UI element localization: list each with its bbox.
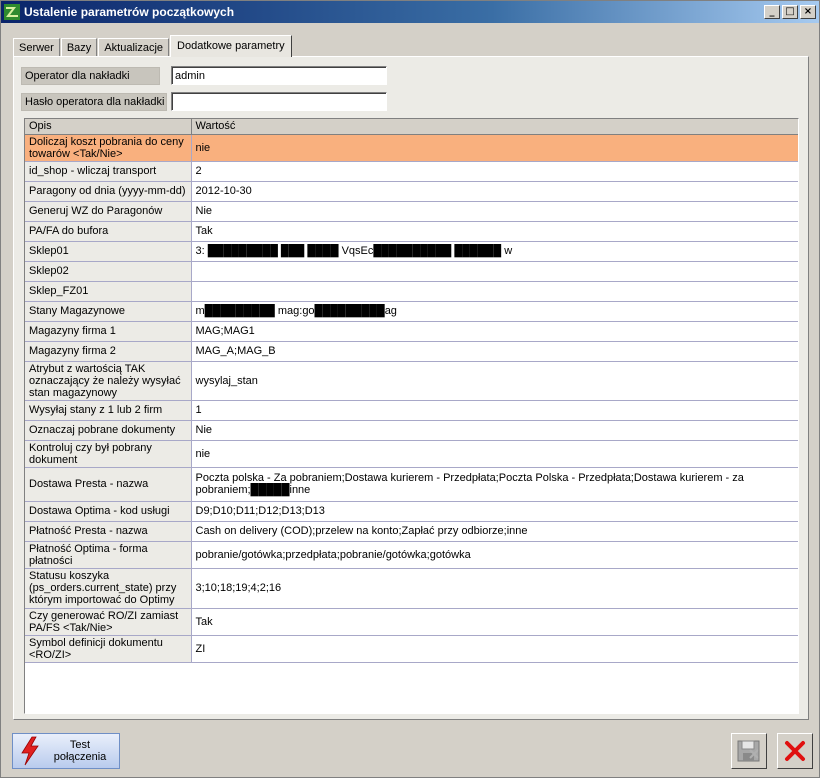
row-value-cell[interactable]: Tak: [191, 221, 798, 242]
table-row[interactable]: Stany Magazynowe m█████████ mag:go███████…: [25, 301, 798, 322]
parameters-table: Opis Wartość Doliczaj koszt pobrania do …: [25, 119, 798, 663]
minimize-button[interactable]: _: [764, 5, 780, 19]
tab-aktualizacje[interactable]: Aktualizacje: [98, 38, 170, 57]
lightning-icon: [21, 736, 39, 766]
table-row[interactable]: Magazyny firma 1 MAG;MAG1: [25, 321, 798, 342]
row-value-cell[interactable]: nie: [191, 134, 798, 162]
row-value-cell[interactable]: 3: █████████ ███ ████ VqsEc██████████ ██…: [191, 241, 798, 262]
row-description-cell[interactable]: Statusu koszyka (ps_orders.current_state…: [25, 568, 192, 609]
row-description-cell[interactable]: id_shop - wliczaj transport: [25, 161, 192, 182]
row-value-cell[interactable]: 2012-10-30: [191, 181, 798, 202]
window-title: Ustalenie parametrów początkowych: [24, 5, 235, 19]
table-row[interactable]: Dostawa Optima - kod usługi D9;D10;D11;D1…: [25, 501, 798, 522]
row-value-cell[interactable]: Nie: [191, 201, 798, 222]
row-description-cell[interactable]: Stany Magazynowe: [25, 301, 192, 322]
bottom-toolbar: Test połączenia: [1, 727, 819, 777]
app-logo-icon: [4, 4, 20, 20]
title-bar[interactable]: Ustalenie parametrów początkowych _ □ ×: [1, 1, 819, 23]
row-value-cell[interactable]: Nie: [191, 420, 798, 441]
close-window-button[interactable]: ×: [800, 5, 816, 19]
tab-serwer[interactable]: Serwer: [13, 38, 60, 57]
table-row[interactable]: Doliczaj koszt pobrania do ceny towarów …: [25, 134, 798, 162]
test-connection-label-line2: połączenia: [53, 751, 107, 763]
maximize-button[interactable]: □: [782, 5, 798, 19]
tab-strip: Serwer Bazy Aktualizacje Dodatkowe param…: [13, 35, 293, 57]
row-description-cell[interactable]: PA/FA do bufora: [25, 221, 192, 242]
row-value-cell[interactable]: wysylaj_stan: [191, 361, 798, 401]
row-value-cell[interactable]: [191, 261, 798, 282]
row-description-cell[interactable]: Doliczaj koszt pobrania do ceny towarów …: [25, 134, 192, 162]
password-input[interactable]: [171, 92, 387, 111]
row-description-cell[interactable]: Sklep01: [25, 241, 192, 262]
table-row[interactable]: Dostawa Presta - nazwa Poczta polska - Za…: [25, 467, 798, 502]
floppy-disk-icon: [737, 740, 760, 762]
operator-input[interactable]: [171, 66, 387, 85]
column-header-opis[interactable]: Opis: [25, 119, 192, 135]
row-description-cell[interactable]: Czy generować RO/ZI zamiast PA/FS <Tak/N…: [25, 608, 192, 636]
table-row[interactable]: Kontroluj czy był pobrany dokument nie: [25, 440, 798, 468]
parameters-grid[interactable]: Opis Wartość Doliczaj koszt pobrania do …: [24, 118, 799, 714]
row-description-cell[interactable]: Sklep02: [25, 261, 192, 282]
row-description-cell[interactable]: Magazyny firma 1: [25, 321, 192, 342]
row-description-cell[interactable]: Dostawa Optima - kod usługi: [25, 501, 192, 522]
row-description-cell[interactable]: Oznaczaj pobrane dokumenty: [25, 420, 192, 441]
red-x-icon: [785, 741, 805, 761]
row-value-cell[interactable]: m█████████ mag:go█████████ag: [191, 301, 798, 322]
row-value-cell[interactable]: [191, 281, 798, 302]
test-connection-label-line1: Test: [69, 739, 91, 751]
table-row[interactable]: Płatność Presta - nazwa Cash on delivery …: [25, 521, 798, 542]
table-row[interactable]: Generuj WZ do Paragonów Nie: [25, 201, 798, 222]
table-row[interactable]: Sklep02: [25, 261, 798, 282]
row-description-cell[interactable]: Płatność Presta - nazwa: [25, 521, 192, 542]
row-value-cell[interactable]: 2: [191, 161, 798, 182]
row-value-cell[interactable]: Cash on delivery (COD);przelew na konto;…: [191, 521, 798, 542]
row-value-cell[interactable]: ZI: [191, 635, 798, 663]
row-value-cell[interactable]: pobranie/gotówka;przedpłata;pobranie/got…: [191, 541, 798, 569]
table-row[interactable]: Atrybut z wartością TAK oznaczający że n…: [25, 361, 798, 401]
row-description-cell[interactable]: Atrybut z wartością TAK oznaczający że n…: [25, 361, 192, 401]
tab-panel: Operator dla nakładki Hasło operatora dl…: [13, 56, 809, 720]
row-description-cell[interactable]: Płatność Optima - forma płatności: [25, 541, 192, 569]
row-description-cell[interactable]: Generuj WZ do Paragonów: [25, 201, 192, 222]
table-row[interactable]: Paragony od dnia (yyyy-mm-dd) 2012-10-30: [25, 181, 798, 202]
table-row[interactable]: Czy generować RO/ZI zamiast PA/FS <Tak/N…: [25, 608, 798, 636]
table-row[interactable]: Statusu koszyka (ps_orders.current_state…: [25, 568, 798, 609]
tab-bazy[interactable]: Bazy: [60, 38, 98, 57]
table-row[interactable]: Wysyłaj stany z 1 lub 2 firm 1: [25, 400, 798, 421]
tab-dodatkowe-parametry[interactable]: Dodatkowe parametry: [170, 35, 292, 57]
row-value-cell[interactable]: 1: [191, 400, 798, 421]
password-label: Hasło operatora dla nakładki: [21, 93, 167, 111]
close-button[interactable]: [777, 733, 813, 769]
row-value-cell[interactable]: nie: [191, 440, 798, 468]
row-description-cell[interactable]: Sklep_FZ01: [25, 281, 192, 302]
row-description-cell[interactable]: Wysyłaj stany z 1 lub 2 firm: [25, 400, 192, 421]
table-row[interactable]: Sklep01 3: █████████ ███ ████ VqsEc██████…: [25, 241, 798, 262]
row-description-cell[interactable]: Magazyny firma 2: [25, 341, 192, 362]
table-row[interactable]: Płatność Optima - forma płatności pobrani…: [25, 541, 798, 569]
table-row[interactable]: Sklep_FZ01: [25, 281, 798, 302]
row-description-cell[interactable]: Symbol definicji dokumentu <RO/ZI>: [25, 635, 192, 663]
table-row[interactable]: id_shop - wliczaj transport 2: [25, 161, 798, 182]
test-connection-button[interactable]: Test połączenia: [12, 733, 120, 769]
table-row[interactable]: Magazyny firma 2 MAG_A;MAG_B: [25, 341, 798, 362]
column-header-wartosc[interactable]: Wartość: [191, 119, 798, 135]
row-value-cell[interactable]: MAG_A;MAG_B: [191, 341, 798, 362]
table-row[interactable]: PA/FA do bufora Tak: [25, 221, 798, 242]
row-description-cell[interactable]: Kontroluj czy był pobrany dokument: [25, 440, 192, 468]
row-value-cell[interactable]: 3;10;18;19;4;2;16: [191, 568, 798, 609]
operator-label: Operator dla nakładki: [21, 67, 160, 85]
main-window: Ustalenie parametrów początkowych _ □ × …: [0, 0, 820, 778]
test-connection-label: Test połączenia: [41, 739, 119, 763]
row-description-cell[interactable]: Dostawa Presta - nazwa: [25, 467, 192, 502]
row-value-cell[interactable]: Tak: [191, 608, 798, 636]
row-description-cell[interactable]: Paragony od dnia (yyyy-mm-dd): [25, 181, 192, 202]
table-row[interactable]: Oznaczaj pobrane dokumenty Nie: [25, 420, 798, 441]
row-value-cell[interactable]: Poczta polska - Za pobraniem;Dostawa kur…: [191, 467, 798, 502]
grid-header-row: Opis Wartość: [25, 119, 798, 135]
save-button[interactable]: [731, 733, 767, 769]
row-value-cell[interactable]: D9;D10;D11;D12;D13;D13: [191, 501, 798, 522]
table-row[interactable]: Symbol definicji dokumentu <RO/ZI> ZI: [25, 635, 798, 663]
row-value-cell[interactable]: MAG;MAG1: [191, 321, 798, 342]
